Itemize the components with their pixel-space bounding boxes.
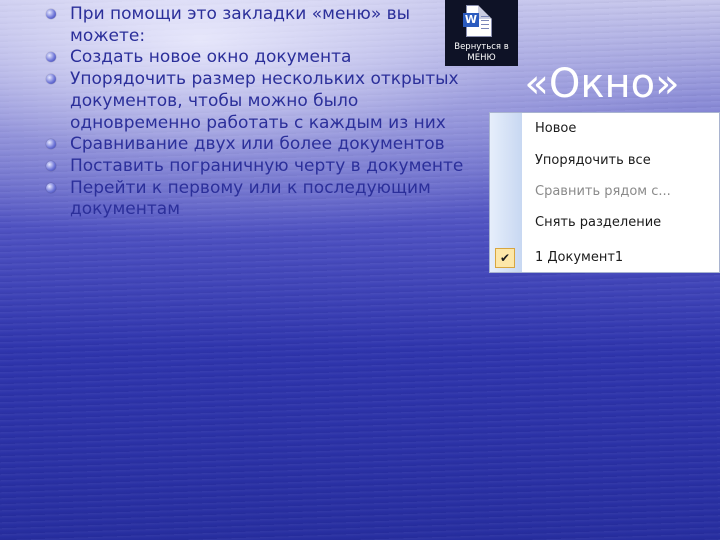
bullet-dot-icon	[46, 139, 56, 150]
bullet-dot-icon	[46, 160, 56, 171]
bullet-text: Создать новое окно документа	[70, 47, 352, 68]
bullet-item: Сравнивание двух или более документов	[44, 134, 464, 156]
bullet-dot-icon	[46, 9, 56, 19]
menu-item-label: Новое	[535, 121, 577, 136]
menu-item-arrange-all[interactable]: Упорядочить все	[490, 150, 719, 172]
bullet-text: При помощи это закладки «меню» вы можете…	[70, 4, 411, 46]
menu-item-compare-side-by-side[interactable]: Сравнить рядом с...	[490, 181, 719, 203]
bullet-item: При помощи это закладки «меню» вы можете…	[44, 4, 464, 47]
back-to-menu-label: Вернуться в МЕНЮ	[454, 42, 509, 63]
menu-item-remove-split[interactable]: Снять разделение	[490, 212, 719, 234]
checkmark-icon: ✔	[495, 248, 515, 268]
bullet-dot-icon	[46, 182, 56, 193]
menu-item-new[interactable]: Новое	[490, 118, 719, 140]
menu-item-label: Упорядочить все	[535, 153, 651, 168]
bullet-dot-icon	[46, 74, 56, 85]
back-to-menu-button[interactable]: W Вернуться в МЕНЮ	[445, 0, 518, 66]
slide-title: «Окно»	[524, 61, 680, 107]
bullet-text: Поставить пограничную черту в документе	[70, 155, 464, 176]
bullet-text: Сравнивание двух или более документов	[70, 134, 445, 155]
bullet-text: Упорядочить размер нескольких открытых д…	[70, 69, 459, 133]
menu-item-label: 1 Документ1	[535, 250, 624, 265]
menu-item-label: Сравнить рядом с...	[535, 184, 671, 199]
window-menu: Новое Упорядочить все Сравнить рядом с..…	[489, 112, 720, 273]
menu-item-label: Снять разделение	[535, 215, 662, 230]
word-document-icon: W	[463, 5, 492, 37]
bullet-list: При помощи это закладки «меню» вы можете…	[44, 4, 464, 221]
bullet-dot-icon	[46, 52, 56, 63]
bullet-item: Создать новое окно документа	[44, 47, 464, 69]
bullet-item: Упорядочить размер нескольких открытых д…	[44, 69, 464, 134]
bullet-item: Поставить пограничную черту в документе	[44, 156, 464, 178]
bullet-item: Перейти к первому или к последующим доку…	[44, 178, 464, 221]
menu-item-document1[interactable]: ✔ 1 Документ1	[490, 247, 719, 269]
bullet-text: Перейти к первому или к последующим доку…	[70, 177, 431, 220]
